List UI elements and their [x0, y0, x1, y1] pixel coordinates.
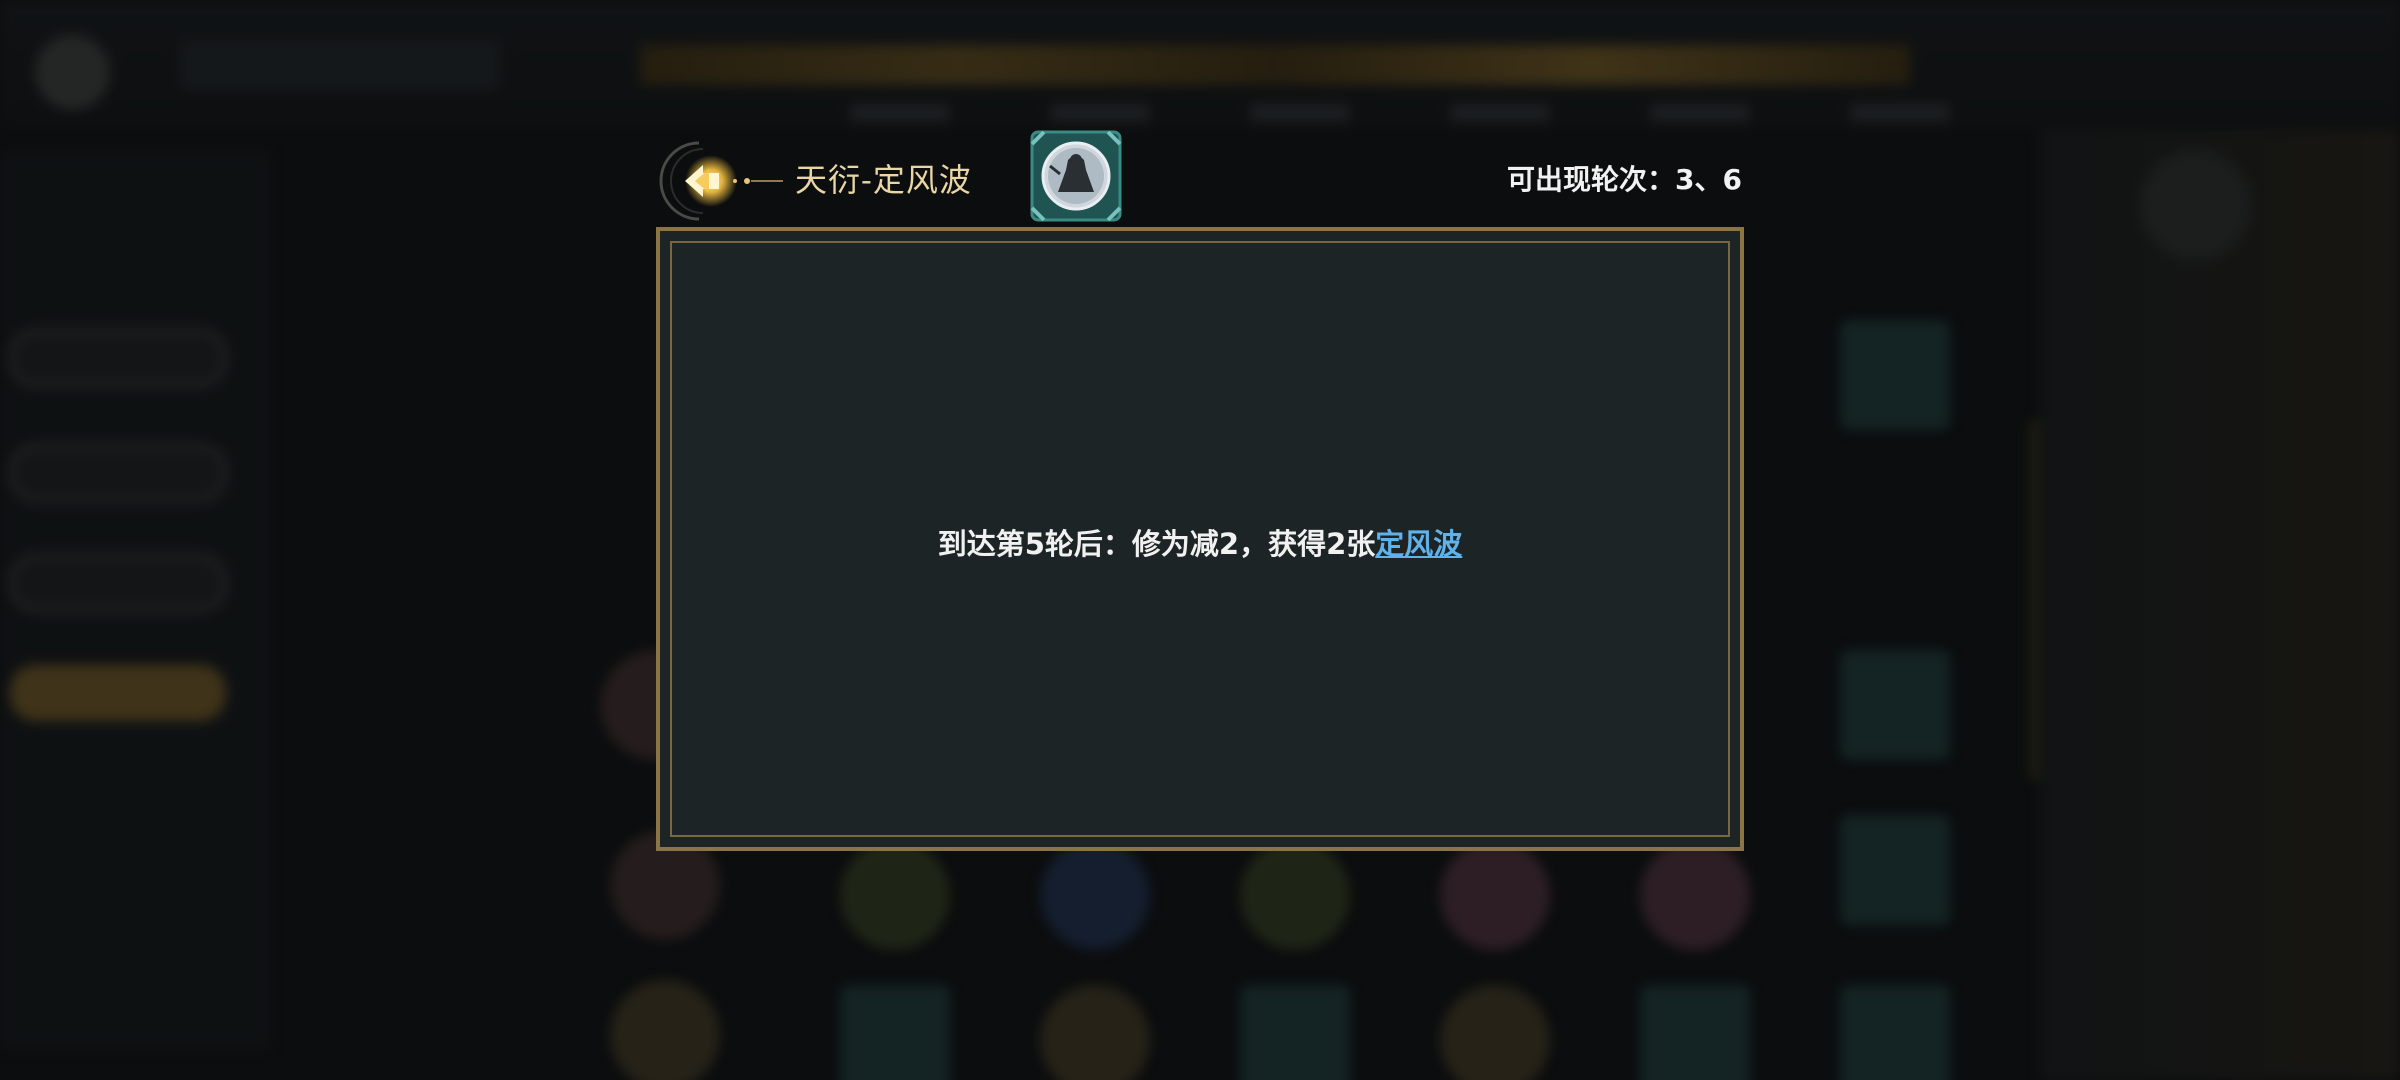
bg-banner: [640, 45, 1910, 85]
card-portrait-icon[interactable]: [1030, 130, 1122, 222]
bg-card: [1840, 650, 1950, 760]
description-text: 到达第5轮后：修为减2，获得2张定风波: [660, 521, 1740, 563]
bg-card: [1640, 840, 1750, 950]
bg-card: [1840, 815, 1950, 925]
description-panel: 到达第5轮后：修为减2，获得2张定风波: [656, 227, 1744, 851]
bg-pill: [10, 445, 226, 501]
card-link[interactable]: 定风波: [1375, 527, 1462, 561]
bg-card: [1440, 985, 1550, 1080]
description-prefix: 到达第5轮后：修为减2，获得2张: [937, 527, 1376, 561]
bg-card: [1640, 985, 1750, 1080]
bg-tab: [1050, 104, 1150, 122]
bg-card: [840, 985, 950, 1080]
bg-tab: [1250, 104, 1350, 122]
bg-card: [1840, 985, 1950, 1080]
bg-logo: [35, 35, 110, 110]
rounds-label: 可出现轮次：: [1507, 163, 1676, 196]
bg-pill: [10, 555, 226, 611]
back-arrow-icon: [659, 141, 783, 221]
bg-tab: [850, 104, 950, 122]
bg-card: [1240, 985, 1350, 1080]
bg-card: [840, 840, 950, 950]
bg-card: [610, 980, 720, 1080]
bg-tab: [1650, 104, 1750, 122]
bg-orb: [2140, 150, 2250, 260]
bg-pill: [10, 330, 226, 386]
card-title: 天衍-定风波: [795, 161, 972, 199]
bg-right-column: [2040, 130, 2400, 1080]
rounds-values: 3、6: [1675, 163, 1742, 196]
bg-card: [1040, 985, 1150, 1080]
back-button[interactable]: [655, 135, 785, 225]
bg-tab: [1850, 104, 1950, 122]
bg-title: [180, 40, 500, 90]
bg-card: [1440, 840, 1550, 950]
available-rounds: 可出现轮次：3、6: [1430, 158, 1742, 198]
bg-tab: [1450, 104, 1550, 122]
bg-card: [1040, 840, 1150, 950]
bg-card: [1240, 840, 1350, 950]
screen: 天衍-定风波 可出现轮次：3、6 到达第5轮后：修为减2，获得2张定风波: [0, 0, 2400, 1080]
bg-card: [1840, 320, 1950, 430]
bg-pill: [10, 665, 226, 721]
bg-divider: [2030, 420, 2038, 780]
